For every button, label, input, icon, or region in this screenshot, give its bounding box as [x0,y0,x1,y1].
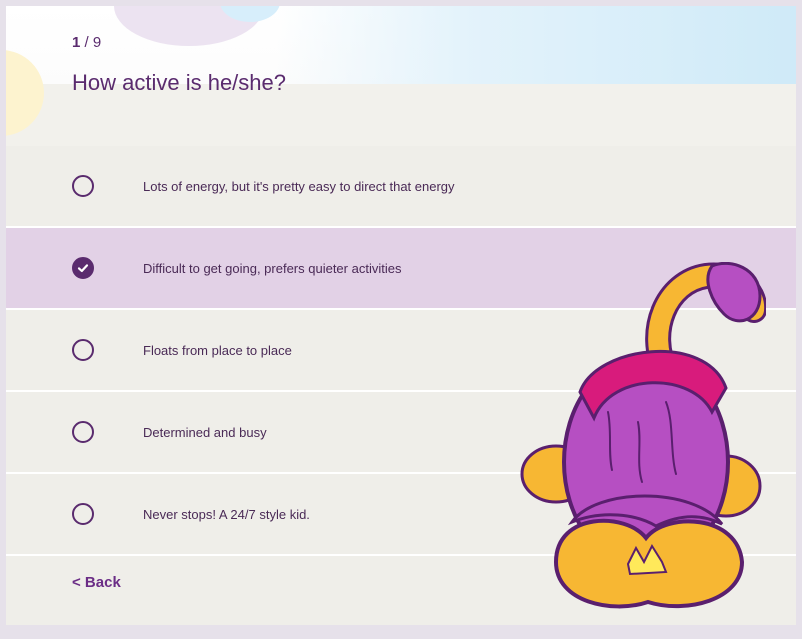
answer-option-1[interactable]: Lots of energy, but it's pretty easy to … [6,146,796,228]
question-title: How active is he/she? [72,70,286,95]
answer-option-label: Floats from place to place [143,343,292,358]
answer-option-label: Lots of energy, but it's pretty easy to … [143,179,455,194]
answer-option-label: Never stops! A 24/7 style kid. [143,507,310,522]
quiz-header: 1 / 9 How active is he/she? [6,6,796,146]
check-circle-icon[interactable] [72,257,94,279]
radio-empty-icon[interactable] [72,421,94,443]
answer-option-label: Difficult to get going, prefers quieter … [143,261,402,276]
question-progress: 1 / 9 [72,34,101,51]
progress-total: / 9 [84,34,102,51]
radio-empty-icon[interactable] [72,175,94,197]
header-sky-decoration [276,6,796,84]
radio-empty-icon[interactable] [72,339,94,361]
back-link[interactable]: < Back [72,574,121,591]
answer-option-label: Determined and busy [143,425,267,440]
quiz-card: 1 / 9 How active is he/she? Lots of ener… [6,6,796,625]
purple-monster-mascot [520,262,766,609]
radio-empty-icon[interactable] [72,503,94,525]
progress-current: 1 [72,34,81,51]
